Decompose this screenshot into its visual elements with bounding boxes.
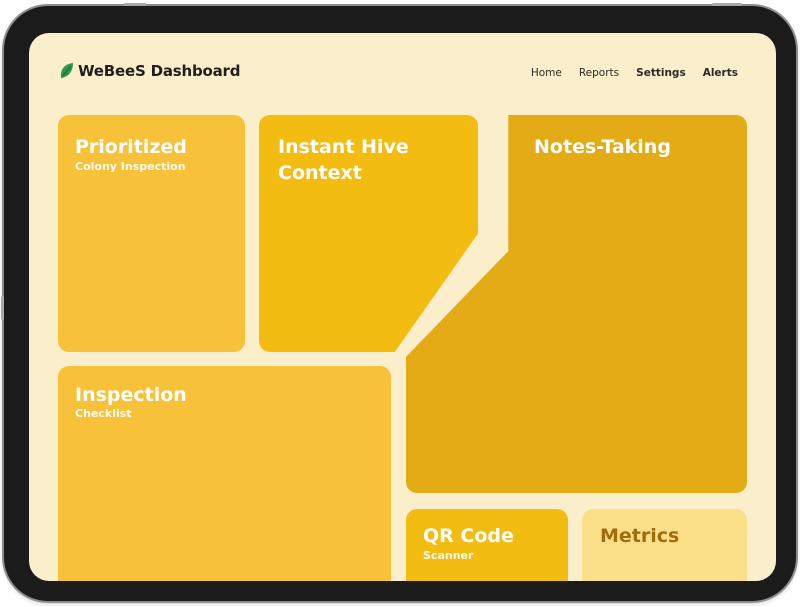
card-subtitle: Colony Inspection (75, 160, 186, 173)
top-nav: Home Reports Settings Alerts (514, 67, 738, 79)
header: WeBeeS Dashboard Home Reports Settings A… (29, 33, 776, 113)
nav-alerts[interactable]: Alerts (703, 67, 738, 79)
top-button (124, 3, 146, 6)
nav-home[interactable]: Home (531, 67, 562, 79)
card-title: Notes-Taking (534, 136, 671, 158)
card-title: Prioritized (75, 136, 187, 158)
nav-settings[interactable]: Settings (636, 67, 686, 79)
screen: WeBeeS Dashboard Home Reports Settings A… (29, 33, 776, 581)
card-title: QR Code (423, 525, 514, 547)
card-subtitle: Scanner (423, 549, 474, 562)
tablet-frame: WeBeeS Dashboard Home Reports Settings A… (1, 3, 796, 601)
card-subtitle: Checklist (75, 407, 132, 420)
top-button-right (712, 3, 742, 6)
logo[interactable]: WeBeeS Dashboard (59, 62, 240, 80)
leaf-icon (59, 62, 75, 80)
card-title: Metrics (600, 525, 680, 547)
card-qr-code-scanner[interactable]: QR Code Scanner (406, 509, 568, 581)
card-metrics[interactable]: Metrics (582, 509, 747, 581)
card-title: Inspection (75, 384, 187, 406)
volume-button (1, 296, 4, 320)
card-title: Instant Hive Context (278, 136, 409, 184)
brand-title: WeBeeS Dashboard (78, 62, 241, 80)
card-inspection-checklist[interactable]: Inspection Checklist (58, 366, 391, 581)
nav-reports[interactable]: Reports (579, 67, 619, 79)
card-prioritized-inspection[interactable]: Prioritized Colony Inspection (58, 115, 245, 352)
